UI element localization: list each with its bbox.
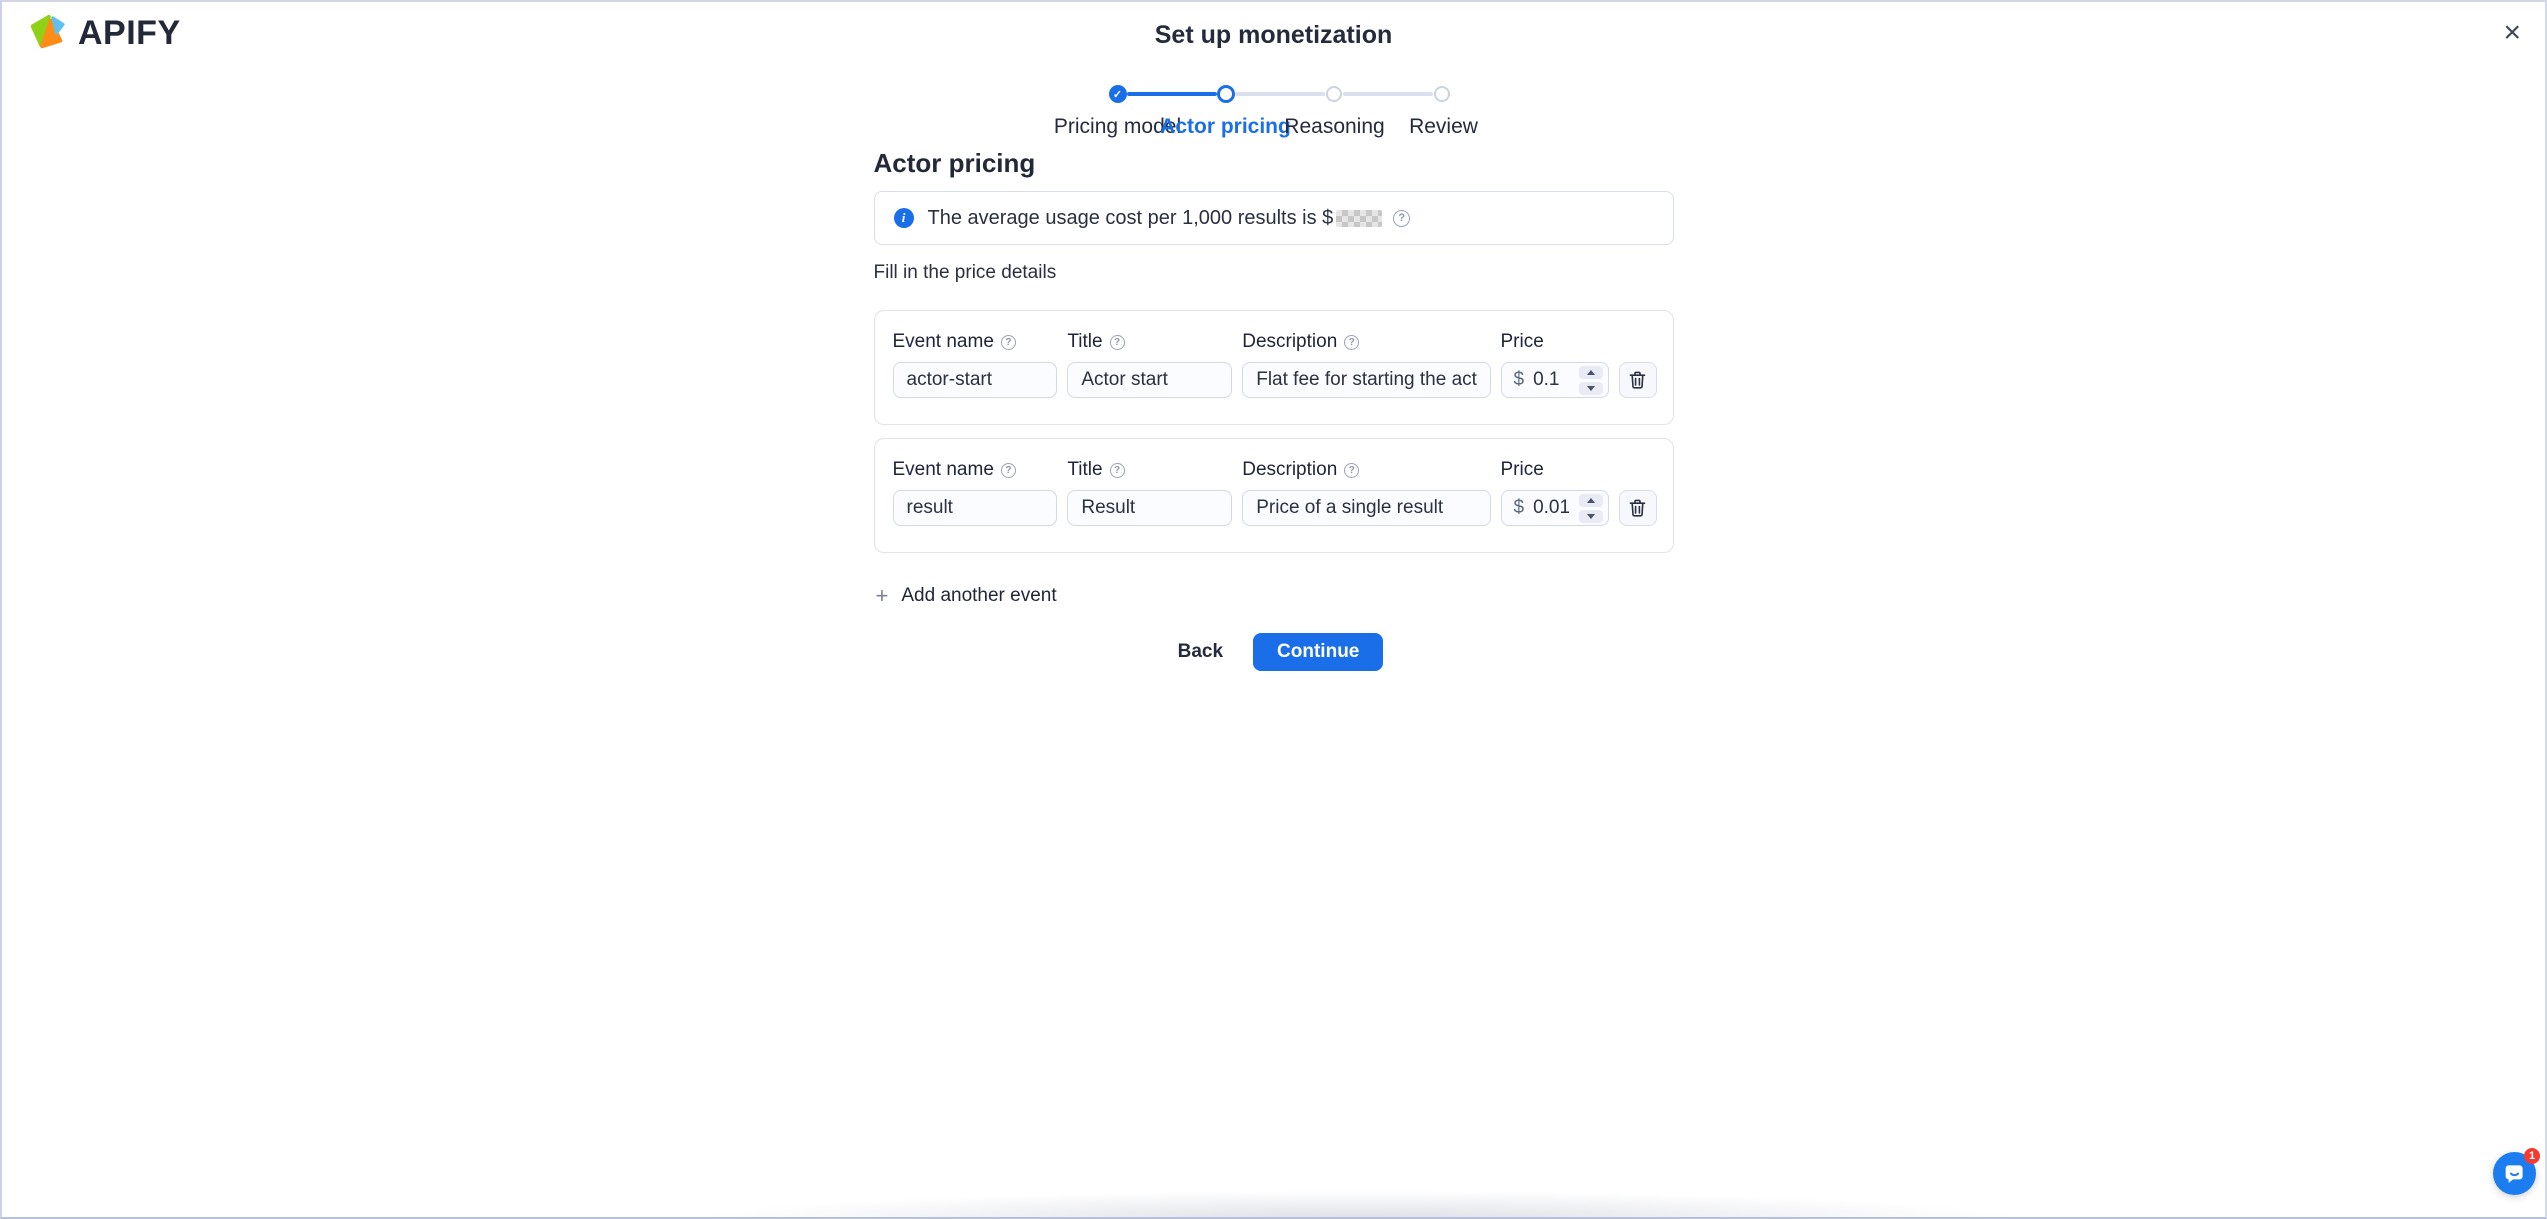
stepper-track: ✓ <box>1109 85 1451 103</box>
arrow-up-icon <box>1587 370 1595 375</box>
event-card-row-2: Event name ? Title ? Description ? <box>874 438 1674 553</box>
chat-bubble-icon <box>2502 1161 2527 1186</box>
info-banner: i The average usage cost per 1,000 resul… <box>874 191 1674 245</box>
event-list: Event name ? Title ? Description ? <box>874 310 1674 553</box>
add-event-label: Add another event <box>901 585 1056 607</box>
help-icon[interactable]: ? <box>1001 463 1016 478</box>
event-name-label: Event name <box>893 331 994 353</box>
trash-icon <box>1629 499 1646 517</box>
price-stepper <box>1579 494 1603 523</box>
help-icon[interactable]: ? <box>1001 335 1016 350</box>
currency-symbol: $ <box>1514 369 1525 391</box>
stepper: ✓ Pricing model Actor pricing Reasoning … <box>1109 85 1451 133</box>
title-field: Title ? <box>1067 331 1232 398</box>
back-button[interactable]: Back <box>1164 633 1237 671</box>
description-input[interactable] <box>1242 490 1490 526</box>
currency-symbol: $ <box>1514 497 1525 519</box>
event-card-row-1: Event name ? Title ? Description ? <box>874 310 1674 425</box>
arrow-down-icon <box>1587 514 1595 519</box>
price-input-group: $ <box>1501 490 1609 526</box>
step-indicator-pricing-model[interactable]: ✓ <box>1109 85 1127 103</box>
main-content: Actor pricing i The average usage cost p… <box>874 148 1674 671</box>
description-field: Description ? <box>1242 331 1490 398</box>
arrow-down-icon <box>1587 386 1595 391</box>
title-input[interactable] <box>1067 362 1232 398</box>
title-input[interactable] <box>1067 490 1232 526</box>
event-name-input[interactable] <box>893 362 1058 398</box>
help-icon[interactable]: ? <box>1344 463 1359 478</box>
price-increment-button[interactable] <box>1579 366 1603 379</box>
event-name-label: Event name <box>893 459 994 481</box>
stepper-connector <box>1235 92 1325 96</box>
delete-event-button[interactable] <box>1619 490 1657 526</box>
event-name-input[interactable] <box>893 490 1058 526</box>
stepper-connector <box>1127 92 1217 96</box>
delete-event-button[interactable] <box>1619 362 1657 398</box>
price-input[interactable] <box>1533 369 1575 391</box>
wizard-actions: Back Continue <box>874 633 1674 671</box>
close-button[interactable]: × <box>2497 12 2527 54</box>
step-indicator-reasoning[interactable] <box>1326 86 1342 102</box>
price-stepper <box>1579 366 1603 395</box>
chat-unread-badge: 1 <box>2524 1148 2540 1164</box>
section-heading: Actor pricing <box>874 148 1674 179</box>
chat-widget-button[interactable]: 1 <box>2493 1152 2536 1195</box>
info-banner-text: The average usage cost per 1,000 results… <box>928 207 1334 230</box>
price-label: Price <box>1501 459 1544 481</box>
description-input[interactable] <box>1242 362 1490 398</box>
arrow-up-icon <box>1587 498 1595 503</box>
step-label-actor-pricing[interactable]: Actor pricing <box>1160 115 1291 139</box>
step-indicator-actor-pricing[interactable] <box>1217 85 1235 103</box>
description-label: Description <box>1242 331 1337 353</box>
help-icon[interactable]: ? <box>1110 335 1125 350</box>
help-icon[interactable]: ? <box>1110 463 1125 478</box>
step-label-review[interactable]: Review <box>1409 115 1478 139</box>
redacted-cost-value <box>1336 210 1382 227</box>
price-input[interactable] <box>1533 497 1575 519</box>
description-field: Description ? <box>1242 459 1490 526</box>
event-name-field: Event name ? <box>893 331 1058 398</box>
subtitle: Fill in the price details <box>874 262 1674 284</box>
price-field: Price $ <box>1501 331 1657 398</box>
price-input-group: $ <box>1501 362 1609 398</box>
title-field: Title ? <box>1067 459 1232 526</box>
title-label: Title <box>1067 331 1102 353</box>
stepper-connector <box>1343 92 1433 96</box>
help-icon[interactable]: ? <box>1344 335 1359 350</box>
plus-icon: + <box>876 585 889 607</box>
page-title: Set up monetization <box>0 21 2547 50</box>
header: APIFY Set up monetization × <box>0 0 2547 70</box>
price-increment-button[interactable] <box>1579 494 1603 507</box>
info-icon: i <box>894 208 914 228</box>
check-icon: ✓ <box>1113 88 1122 101</box>
stepper-labels: Pricing model Actor pricing Reasoning Re… <box>1109 103 1451 133</box>
add-another-event-button[interactable]: + Add another event <box>874 581 1059 611</box>
step-indicator-review[interactable] <box>1434 86 1450 102</box>
title-label: Title <box>1067 459 1102 481</box>
price-decrement-button[interactable] <box>1579 382 1603 395</box>
price-decrement-button[interactable] <box>1579 510 1603 523</box>
event-name-field: Event name ? <box>893 459 1058 526</box>
bottom-page-shadow <box>530 1189 2190 1219</box>
continue-button[interactable]: Continue <box>1253 633 1383 671</box>
price-label: Price <box>1501 331 1544 353</box>
help-icon[interactable]: ? <box>1393 210 1410 227</box>
description-label: Description <box>1242 459 1337 481</box>
trash-icon <box>1629 371 1646 389</box>
step-label-reasoning[interactable]: Reasoning <box>1284 115 1384 139</box>
price-field: Price $ <box>1501 459 1657 526</box>
